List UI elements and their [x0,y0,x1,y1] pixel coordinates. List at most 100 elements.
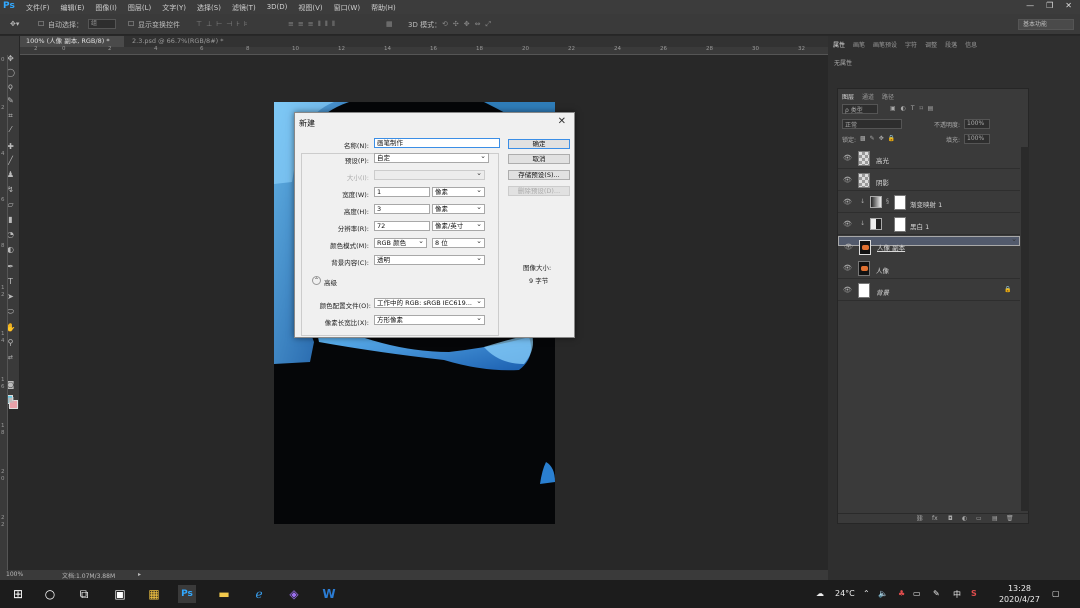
file-explorer-icon[interactable]: ▬ [215,585,233,603]
preset-select[interactable]: 自定 [374,152,489,163]
menu-image[interactable]: 图像(I) [95,3,117,13]
menu-file[interactable]: 文件(F) [26,3,50,13]
search-icon[interactable]: ○ [41,585,59,603]
distribute-icons[interactable]: ≡≡≡⦀⦀⦀ [288,20,339,29]
cancel-button[interactable]: 取消 [508,154,570,164]
width-input[interactable]: 1 [374,187,430,197]
show-transform-checkbox[interactable]: ☐ [128,20,134,28]
width-unit-select[interactable]: 像素 [432,186,485,197]
layer-row[interactable]: 👁 高光 [838,148,1020,169]
eye-icon[interactable]: 👁 [843,154,852,162]
menu-help[interactable]: 帮助(H) [371,3,396,13]
tab-character[interactable]: 字符 [905,40,917,50]
video-app-icon[interactable]: ▣ [111,585,129,603]
bit-depth-select[interactable]: 8 位 [432,237,485,248]
menu-type[interactable]: 文字(Y) [162,3,186,13]
chevron-up-icon[interactable]: ⌃ [863,589,870,598]
layer-row-selected[interactable]: 👁 人像 副本 [838,235,1020,255]
3d-mode-icons[interactable]: ⟲✣✥⇔⤢ [442,20,496,29]
gallery-app-icon[interactable]: ▦ [145,585,163,603]
new-layer-icon[interactable]: ▤ [992,515,998,522]
layer-name[interactable]: 阴影 [876,177,889,187]
menu-layer[interactable]: 图层(L) [128,3,151,13]
name-input[interactable]: 画笔制作 [374,138,500,148]
layer-row[interactable]: 👁 人像 [838,258,1020,279]
pixel-aspect-select[interactable]: 方形像素 [374,314,485,325]
tab-layers[interactable]: 图层 [842,92,854,101]
auto-select-dropdown[interactable]: 组 [88,19,116,29]
tab-info[interactable]: 信息 [965,40,977,50]
layer-mask-thumbnail[interactable] [894,195,906,210]
ok-button[interactable]: 确定 [508,139,570,149]
eye-icon[interactable]: 👁 [843,198,852,206]
volume-icon[interactable]: 🔈 [878,589,888,598]
resolution-unit-select[interactable]: 像素/英寸 [432,220,485,231]
document-size[interactable]: 文档:1.07M/3.88M [62,571,115,580]
pen-icon[interactable]: ✎ [933,589,940,598]
menu-edit[interactable]: 编辑(E) [61,3,85,13]
app-tray-icon[interactable]: ♣ [898,589,905,598]
advanced-toggle-icon[interactable]: ⌃ [312,276,321,285]
menu-3d[interactable]: 3D(D) [267,3,288,13]
menu-select[interactable]: 选择(S) [197,3,221,13]
layer-name[interactable]: 高光 [876,155,889,165]
eye-icon[interactable]: 👁 [843,220,852,228]
auto-select-checkbox[interactable]: ☐ [38,20,44,28]
eye-icon[interactable]: 👁 [843,264,852,272]
adjustment-layer-icon[interactable]: ◐ [962,515,967,522]
tab-brush[interactable]: 画笔 [853,40,865,50]
height-input[interactable]: 3 [374,204,430,214]
weather-temperature[interactable]: 24°C [835,589,855,598]
tab-brush-presets[interactable]: 画笔预设 [873,40,897,50]
edge-browser-icon[interactable]: ℯ [250,585,268,603]
auto-align-icon[interactable]: ▦ [386,20,393,28]
layer-name[interactable]: 人像 副本 [877,244,905,252]
menu-window[interactable]: 窗口(W) [334,3,360,13]
tab-paths[interactable]: 路径 [882,92,894,101]
layer-name[interactable]: 渐变映射 1 [910,199,942,209]
weather-icon[interactable]: ☁ [816,589,824,598]
battery-icon[interactable]: ▭ [913,589,921,598]
close-icon[interactable]: ✕ [1065,1,1072,10]
background-select[interactable]: 透明 [374,254,485,265]
lock-icons[interactable]: ▩✎✥🔒 [860,135,899,142]
eye-icon[interactable]: 👁 [844,243,853,251]
advanced-label[interactable]: 高级 [324,277,337,287]
system-clock[interactable]: 13:28 2020/4/27 [999,583,1040,605]
notification-icon[interactable]: ▢ [1052,589,1060,598]
windows-start-icon[interactable]: ⊞ [9,585,27,603]
tab-adjustments[interactable]: 调整 [925,40,937,50]
layers-scrollbar[interactable] [1021,147,1029,511]
tab-properties[interactable]: 属性 [833,40,845,50]
layer-row[interactable]: 👁 ↓ § 渐变映射 1 [838,192,1020,213]
blend-mode-select[interactable]: 正常 [842,119,902,129]
layer-name[interactable]: 黑白 1 [910,221,929,231]
menu-filter[interactable]: 滤镜(T) [232,3,256,13]
layer-name[interactable]: 背景 [876,287,889,297]
fx-icon[interactable]: fx [932,515,938,522]
save-preset-button[interactable]: 存储预设(S)... [508,170,570,180]
zoom-level[interactable]: 100% [6,571,23,578]
layer-row[interactable]: 👁 ↓ 黑白 1 [838,214,1020,235]
layer-kind-filter[interactable]: ρ 类型 [842,104,878,114]
opacity-input[interactable]: 100% [964,119,990,129]
trash-icon[interactable]: 🗑 [1006,515,1014,522]
link-layers-icon[interactable]: ⛓ [916,515,924,522]
close-icon[interactable]: ✕ [558,116,566,127]
tab-paragraph[interactable]: 段落 [945,40,957,50]
layer-row[interactable]: 👁 阴影 [838,170,1020,191]
word-app-icon[interactable]: W [320,585,338,603]
add-mask-icon[interactable]: ◘ [948,515,953,522]
resolution-input[interactable]: 72 [374,221,430,231]
tab-second-document[interactable]: 2.3.psd @ 66.7%(RGB/8#) * [126,36,236,47]
move-tool-icon[interactable]: ✥▾ [10,20,19,28]
layer-name[interactable]: 人像 [876,265,889,275]
task-view-icon[interactable]: ⧉ [75,585,93,603]
new-group-icon[interactable]: ▭ [976,515,982,522]
fill-input[interactable]: 100% [964,134,990,144]
layer-mask-thumbnail[interactable] [894,217,906,232]
input-method-icon[interactable]: S [971,589,977,598]
game-app-icon[interactable]: ◈ [285,585,303,603]
tab-channels[interactable]: 通道 [862,92,874,101]
color-profile-select[interactable]: 工作中的 RGB: sRGB IEC619... [374,298,485,308]
